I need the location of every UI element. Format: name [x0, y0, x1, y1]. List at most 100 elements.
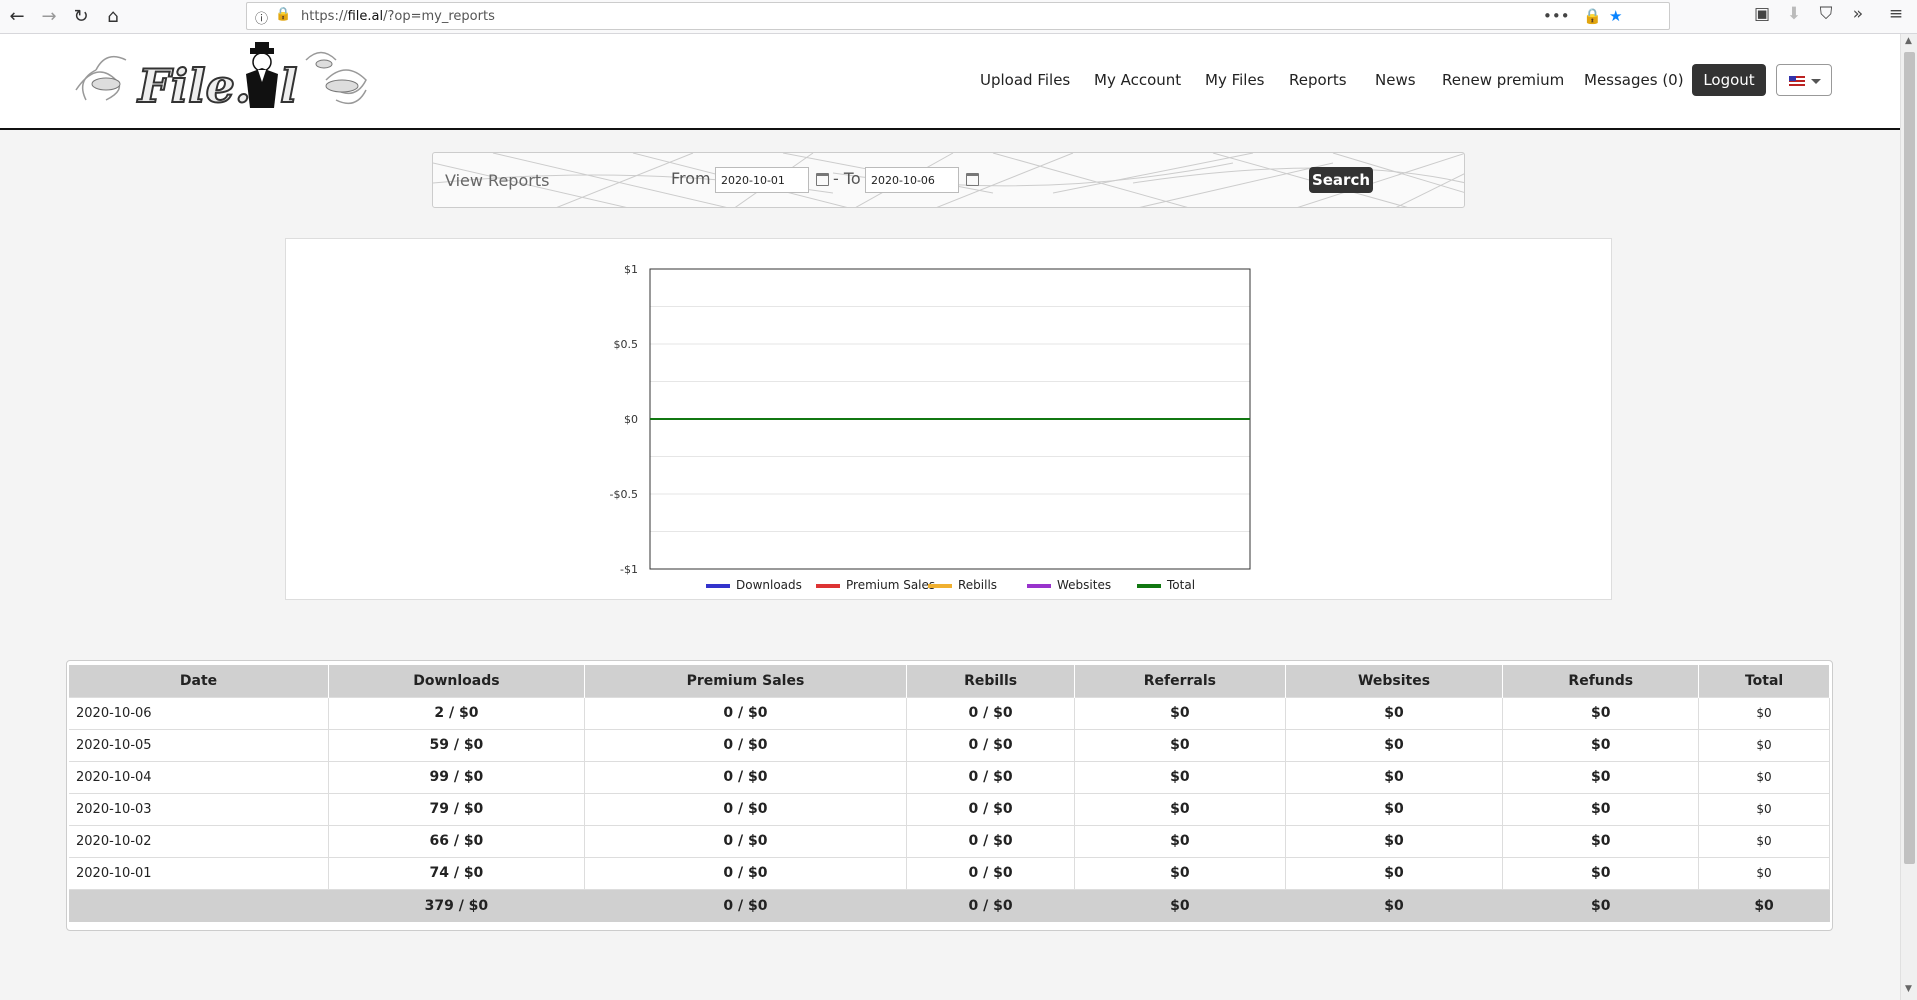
download-icon[interactable]: ⬇ — [1782, 4, 1806, 24]
totals-cell: $0 — [1502, 888, 1700, 922]
from-date-input[interactable] — [715, 167, 809, 193]
nav-messages[interactable]: Messages (0) — [1584, 71, 1684, 89]
reload-icon[interactable]: ↻ — [68, 4, 94, 30]
site-logo[interactable]: File. l — [66, 40, 374, 124]
pocket-icon[interactable]: ▣ — [1750, 4, 1774, 24]
legend-swatch — [706, 584, 730, 588]
logout-button[interactable]: Logout — [1692, 64, 1766, 96]
overflow-chevron-icon[interactable]: » — [1846, 4, 1870, 24]
table-cell: $0 — [1502, 856, 1700, 889]
tracking-lock-icon[interactable]: 🔒 — [1583, 7, 1602, 25]
table-row: 2020-10-06 2 / $0 0 / $0 0 / $0 $0 $0 $0 $0 — [69, 696, 1830, 729]
table-cell: 66 / $0 — [328, 824, 585, 857]
table-row: 2020-10-04 99 / $0 0 / $0 0 / $0 $0 $0 $0 $0 — [69, 760, 1830, 793]
y-tick-label: -$1 — [620, 563, 638, 576]
table-cell: $0 — [1502, 728, 1700, 761]
lock-icon[interactable]: 🔒 — [275, 7, 291, 22]
table-cell: 0 / $0 — [584, 824, 908, 857]
earnings-chart-panel: $1 $0.5 $0 -$0.5 -$1 Downloads Premium Sales Re… — [285, 238, 1612, 600]
shield-icon[interactable]: ⛉ — [1814, 4, 1838, 24]
legend-label: Downloads — [736, 578, 802, 592]
table-row: 2020-10-03 79 / $0 0 / $0 0 / $0 $0 $0 $0 $0 — [69, 792, 1830, 825]
earnings-chart: $1 $0.5 $0 -$0.5 -$1 Downloads Premium Sales Re… — [610, 263, 1251, 592]
table-cell: $0 — [1074, 824, 1286, 857]
legend-swatch — [1027, 584, 1051, 588]
svg-text:File.: File. — [136, 59, 251, 113]
report-table: Date Downloads Premium Sales Rebills Referra… — [69, 665, 1830, 922]
table-header-row: Date Downloads Premium Sales Rebills Referra… — [69, 665, 1830, 697]
table-cell: $0 — [1074, 728, 1286, 761]
address-bar[interactable]: ⓘ 🔒 https://file.al/?op=my_reports ••• 🔒… — [246, 2, 1670, 30]
table-cell: $0 — [1502, 696, 1700, 729]
site-info-icon[interactable]: ⓘ — [255, 8, 268, 27]
nav-renew-premium[interactable]: Renew premium — [1442, 71, 1564, 89]
table-cell: 2020-10-05 — [69, 728, 330, 761]
calendar-icon[interactable] — [966, 173, 979, 186]
y-tick-label: $1 — [624, 263, 638, 276]
back-icon[interactable]: ← — [4, 4, 30, 30]
nav-my-files[interactable]: My Files — [1205, 71, 1265, 89]
table-cell: 0 / $0 — [906, 792, 1075, 825]
column-header: Downloads — [328, 665, 585, 697]
table-cell: 0 / $0 — [906, 824, 1075, 857]
column-header: Websites — [1285, 665, 1504, 697]
bookmark-star-icon[interactable]: ★ — [1609, 7, 1622, 25]
table-cell: $0 — [1285, 760, 1504, 793]
language-dropdown[interactable] — [1776, 64, 1832, 96]
table-cell: $0 — [1285, 792, 1504, 825]
legend-swatch — [928, 584, 952, 588]
calendar-icon[interactable] — [816, 173, 829, 186]
svg-text:l: l — [280, 59, 297, 113]
table-cell: $0 — [1698, 792, 1830, 825]
home-icon[interactable]: ⌂ — [100, 4, 126, 30]
to-date-input[interactable] — [865, 167, 959, 193]
scroll-down-icon[interactable]: ▼ — [1905, 984, 1912, 994]
column-header: Referrals — [1074, 665, 1286, 697]
menu-icon[interactable]: ≡ — [1884, 4, 1908, 24]
nav-upload-files[interactable]: Upload Files — [980, 71, 1070, 89]
table-cell: 0 / $0 — [584, 728, 908, 761]
column-header: Total — [1698, 665, 1830, 697]
column-header: Date — [69, 665, 330, 697]
nav-news[interactable]: News — [1375, 71, 1416, 89]
url-text: https://file.al/?op=my_reports — [301, 9, 495, 24]
table-cell: 0 / $0 — [906, 856, 1075, 889]
table-cell: $0 — [1698, 824, 1830, 857]
table-cell: $0 — [1074, 760, 1286, 793]
table-cell: $0 — [1285, 856, 1504, 889]
y-tick-label: -$0.5 — [610, 488, 638, 501]
forward-icon[interactable]: → — [36, 4, 62, 30]
page-scrollbar[interactable]: ▲ ▼ — [1900, 34, 1917, 1000]
totals-cell: 0 / $0 — [584, 888, 908, 922]
report-table-container: Date Downloads Premium Sales Rebills Referra… — [66, 660, 1833, 931]
table-row: 2020-10-01 74 / $0 0 / $0 0 / $0 $0 $0 $0 $0 — [69, 856, 1830, 889]
table-cell: $0 — [1285, 728, 1504, 761]
table-cell: $0 — [1502, 760, 1700, 793]
table-cell: $0 — [1285, 696, 1504, 729]
table-cell: $0 — [1698, 760, 1830, 793]
table-cell: 2020-10-03 — [69, 792, 330, 825]
table-cell: 0 / $0 — [906, 760, 1075, 793]
table-cell: $0 — [1074, 696, 1286, 729]
totals-cell: $0 — [1698, 888, 1830, 922]
table-cell: $0 — [1074, 792, 1286, 825]
table-cell: 2020-10-01 — [69, 856, 330, 889]
page-actions-icon[interactable]: ••• — [1543, 7, 1570, 25]
totals-row: 379 / $0 0 / $0 0 / $0 $0 $0 $0 $0 — [69, 888, 1830, 922]
nav-reports[interactable]: Reports — [1289, 71, 1347, 89]
site-header: File. l Upload Files My Account My Files… — [0, 34, 1900, 130]
table-cell: 59 / $0 — [328, 728, 585, 761]
table-cell: 0 / $0 — [584, 856, 908, 889]
totals-cell: 379 / $0 — [328, 888, 585, 922]
table-cell: 0 / $0 — [906, 728, 1075, 761]
nav-my-account[interactable]: My Account — [1094, 71, 1181, 89]
totals-cell: $0 — [1285, 888, 1504, 922]
table-cell: $0 — [1698, 856, 1830, 889]
scroll-up-icon[interactable]: ▲ — [1905, 36, 1912, 46]
table-cell: 79 / $0 — [328, 792, 585, 825]
table-row: 2020-10-05 59 / $0 0 / $0 0 / $0 $0 $0 $0 $0 — [69, 728, 1830, 761]
scrollbar-thumb[interactable] — [1904, 52, 1915, 864]
table-cell: 2 / $0 — [328, 696, 585, 729]
table-row: 2020-10-02 66 / $0 0 / $0 0 / $0 $0 $0 $0 $0 — [69, 824, 1830, 857]
search-button[interactable]: Search — [1309, 167, 1373, 193]
